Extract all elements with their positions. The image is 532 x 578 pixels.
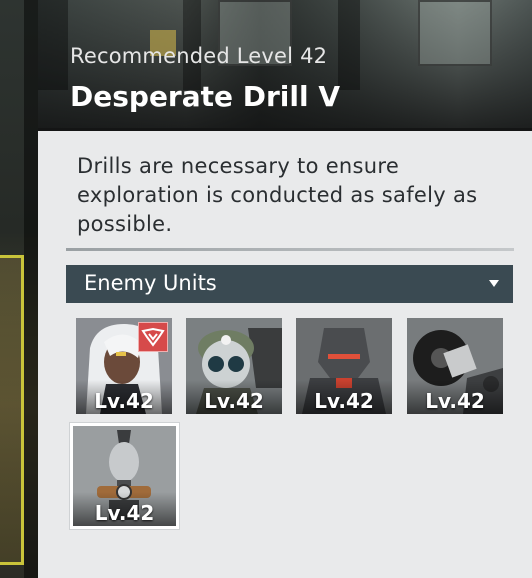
enemy-units-label: Enemy Units (84, 271, 217, 295)
stage-description: Drills are necessary to ensure explorati… (77, 154, 478, 236)
stage-title: Desperate Drill V (70, 80, 341, 113)
recommended-level: Recommended Level 42 (70, 44, 328, 68)
unit-level: Lv.42 (94, 501, 155, 525)
background-scene-left (0, 0, 40, 578)
enemy-unit-card[interactable]: Lv.42 (407, 318, 503, 414)
background-frame (0, 255, 24, 565)
unit-level: Lv.42 (94, 389, 154, 413)
divider (66, 248, 514, 251)
unit-level: Lv.42 (314, 389, 374, 413)
unit-level: Lv.42 (425, 389, 485, 413)
enemy-unit-card[interactable]: Lv.42 (296, 318, 392, 414)
enemy-unit-card[interactable]: Lv.42 (70, 423, 179, 529)
boss-badge-icon (138, 322, 168, 352)
enemy-unit-card[interactable]: Lv.42 (76, 318, 172, 414)
enemy-unit-card[interactable]: Lv.42 (186, 318, 282, 414)
caret-down-icon (489, 280, 499, 287)
enemy-units-dropdown[interactable]: Enemy Units (66, 265, 513, 303)
unit-level: Lv.42 (204, 389, 264, 413)
